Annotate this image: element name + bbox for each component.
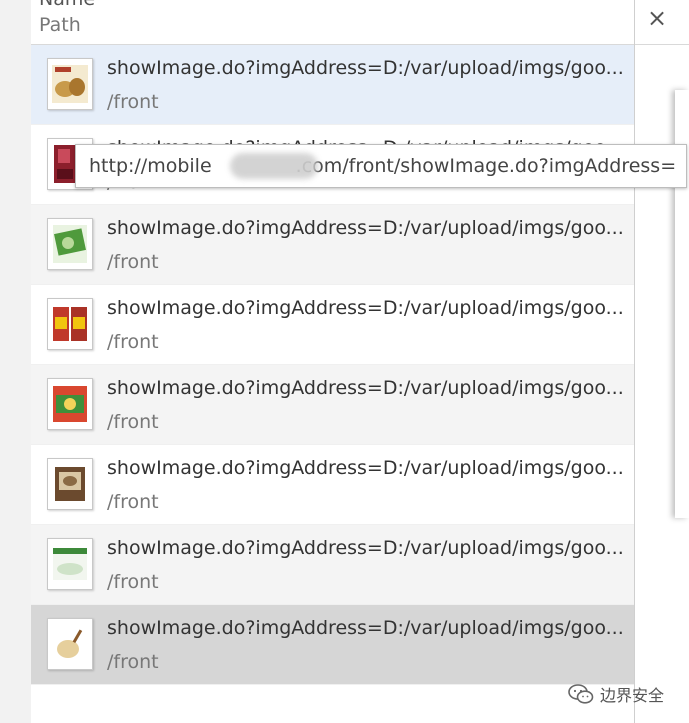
thumb-white-pack-icon: [47, 538, 93, 590]
request-name: showImage.do?imgAddress=D:/var/upload/im…: [107, 217, 624, 239]
path-column-label: Path: [39, 14, 81, 36]
request-path: /front: [107, 411, 159, 433]
request-name: showImage.do?imgAddress=D:/var/upload/im…: [107, 377, 624, 399]
close-icon[interactable]: ×: [647, 6, 667, 30]
request-name: showImage.do?imgAddress=D:/var/upload/im…: [107, 537, 624, 559]
request-path: /front: [107, 651, 159, 673]
request-row[interactable]: showImage.do?imgAddress=D:/var/upload/im…: [31, 285, 634, 365]
tooltip-url-suffix: .com/front/showImage.do?imgAddress=: [295, 155, 677, 177]
wechat-logo-icon: [568, 684, 594, 704]
request-path: /front: [107, 91, 159, 113]
preview-divider: [635, 44, 689, 45]
request-path: /front: [107, 491, 159, 513]
thumb-red-box-icon: [47, 298, 93, 350]
thumb-red-green-pack-icon: [47, 378, 93, 430]
thumb-green-pack-icon: [47, 218, 93, 270]
redaction-blur: [230, 153, 318, 179]
thumb-brown-box-icon: [47, 458, 93, 510]
thumb-tea-icon: [47, 618, 93, 670]
left-sidebar-strip: [0, 0, 32, 723]
request-name: showImage.do?imgAddress=D:/var/upload/im…: [107, 297, 624, 319]
request-path: /front: [107, 571, 159, 593]
request-name: showImage.do?imgAddress=D:/var/upload/im…: [107, 617, 624, 639]
request-row[interactable]: showImage.do?imgAddress=D:/var/upload/im…: [31, 205, 634, 285]
request-path: /front: [107, 331, 159, 353]
request-row[interactable]: showImage.do?imgAddress=D:/var/upload/im…: [31, 45, 634, 125]
column-header[interactable]: Name Path: [31, 0, 634, 45]
url-tooltip: http://mobile .com/front/showImage.do?img…: [75, 144, 687, 188]
preview-pane: ×: [635, 0, 689, 723]
network-requests-panel: Name Path showImage.do?imgAddress=D:/var…: [31, 0, 635, 723]
tooltip-url-prefix: http://mobile: [89, 155, 212, 177]
name-column-label: Name: [39, 0, 95, 10]
watermark: 边界安全: [568, 682, 664, 706]
request-row[interactable]: showImage.do?imgAddress=D:/var/upload/im…: [31, 525, 634, 605]
request-path: /front: [107, 251, 159, 273]
request-list: showImage.do?imgAddress=D:/var/upload/im…: [31, 45, 634, 685]
request-row[interactable]: showImage.do?imgAddress=D:/var/upload/im…: [31, 445, 634, 525]
request-name: showImage.do?imgAddress=D:/var/upload/im…: [107, 57, 624, 79]
watermark-text: 边界安全: [600, 686, 665, 705]
request-row-selected[interactable]: showImage.do?imgAddress=D:/var/upload/im…: [31, 605, 634, 685]
request-name: showImage.do?imgAddress=D:/var/upload/im…: [107, 457, 624, 479]
thumb-food-icon: [47, 58, 93, 110]
request-row[interactable]: showImage.do?imgAddress=D:/var/upload/im…: [31, 365, 634, 445]
tooltip-url: http://mobile .com/front/showImage.do?img…: [89, 155, 676, 177]
